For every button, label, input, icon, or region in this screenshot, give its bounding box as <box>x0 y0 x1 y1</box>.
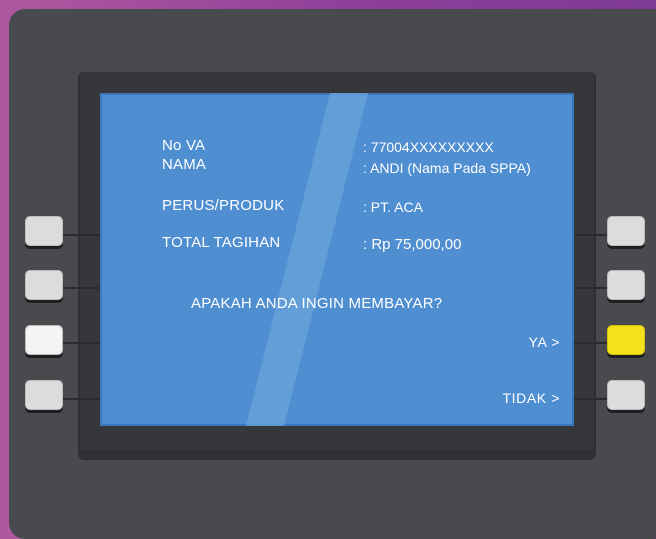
right-button-3-connector <box>574 342 610 344</box>
company-product-value: : PT. ACA <box>363 199 423 215</box>
right-side-button-1[interactable] <box>607 216 645 246</box>
total-bill-label: TOTAL TAGIHAN <box>162 234 281 251</box>
no-side-button[interactable] <box>607 380 645 410</box>
va-number-value: : 77004XXXXXXXXX <box>363 139 494 155</box>
left-side-button-3[interactable] <box>25 325 63 355</box>
left-side-button-2[interactable] <box>25 270 63 300</box>
right-button-2-connector <box>574 287 610 289</box>
name-value: : ANDI (Nama Pada SPPA) <box>363 160 531 176</box>
right-side-button-2[interactable] <box>607 270 645 300</box>
left-button-3-connector <box>62 342 100 344</box>
no-option[interactable]: TIDAK > <box>503 390 561 406</box>
atm-screen: No VA : 77004XXXXXXXXX NAMA : ANDI (Nama… <box>100 93 574 426</box>
yes-side-button[interactable] <box>607 325 645 355</box>
left-button-1-connector <box>62 234 100 236</box>
yes-option[interactable]: YA > <box>529 334 560 350</box>
right-button-4-connector <box>574 398 610 400</box>
name-label: NAMA <box>162 156 207 173</box>
left-side-button-4[interactable] <box>25 380 63 410</box>
company-product-label: PERUS/PRODUK <box>162 197 285 214</box>
total-bill-value: : Rp 75,000,00 <box>363 236 462 253</box>
left-button-2-connector <box>62 287 100 289</box>
left-button-4-connector <box>62 398 100 400</box>
right-button-1-connector <box>574 234 610 236</box>
left-side-button-1[interactable] <box>25 216 63 246</box>
va-number-label: No VA <box>162 137 206 154</box>
payment-confirmation-question: APAKAH ANDA INGIN MEMBAYAR? <box>191 295 443 312</box>
